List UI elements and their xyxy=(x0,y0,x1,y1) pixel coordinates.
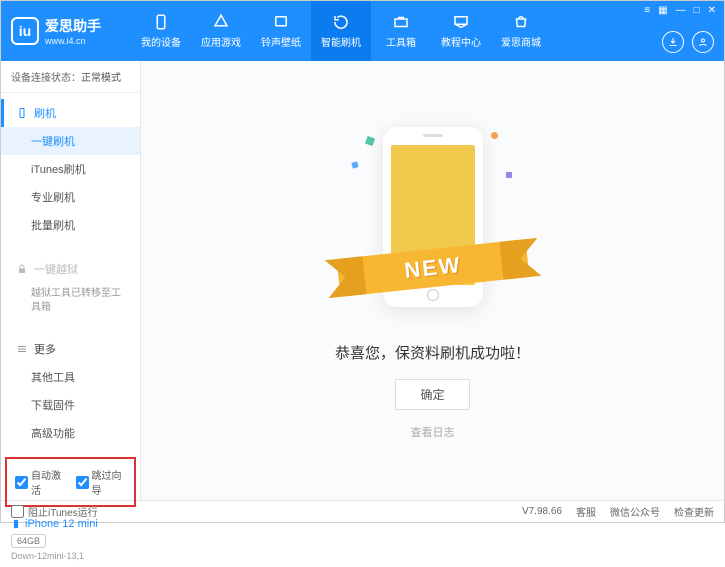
connection-status: 设备连接状态：正常模式 xyxy=(1,61,140,93)
phone-icon xyxy=(16,107,28,119)
version-label: V7.98.66 xyxy=(522,506,562,517)
checkbox-label: 自动激活 xyxy=(31,467,66,497)
check-update-link[interactable]: 检查更新 xyxy=(674,504,714,519)
checkbox-label: 跳过向导 xyxy=(92,467,127,497)
nav-label: 我的设备 xyxy=(141,34,181,49)
sidebar-section-label: 一键越狱 xyxy=(34,261,78,277)
checkbox-input[interactable] xyxy=(11,505,24,518)
connected-device[interactable]: iPhone 12 mini 64GB Down-12mini-13,1 xyxy=(1,511,140,567)
sidebar-section-label: 刷机 xyxy=(34,105,56,121)
book-icon xyxy=(452,13,470,31)
menu-button[interactable]: ≡ xyxy=(644,5,650,16)
sidebar-section-label: 更多 xyxy=(34,341,56,357)
sidebar-item-other-tools[interactable]: 其他工具 xyxy=(1,363,140,391)
app-logo: iu 爱思助手 www.i4.cn xyxy=(1,16,131,46)
minimize-button[interactable]: — xyxy=(676,5,686,16)
toolbox-icon xyxy=(392,13,410,31)
nav-my-device[interactable]: 我的设备 xyxy=(131,1,191,61)
sidebar-item-pro-flash[interactable]: 专业刷机 xyxy=(1,183,140,211)
download-button[interactable] xyxy=(662,31,684,53)
main-nav: 我的设备 应用游戏 铃声壁纸 智能刷机 工具箱 教程中心 爱思商城 xyxy=(131,1,551,61)
themes-button[interactable]: ▦ xyxy=(658,5,667,16)
sidebar-jailbreak-header[interactable]: 一键越狱 xyxy=(1,255,140,283)
phone-icon xyxy=(152,13,170,31)
sidebar-item-advanced[interactable]: 高级功能 xyxy=(1,419,140,447)
app-name: 爱思助手 xyxy=(45,16,101,36)
sidebar-item-batch-flash[interactable]: 批量刷机 xyxy=(1,211,140,239)
window-controls: ≡ ▦ — □ ✕ xyxy=(644,5,716,16)
block-itunes-checkbox[interactable]: 阻止iTunes运行 xyxy=(11,504,98,519)
flash-options-box: 自动激活 跳过向导 xyxy=(5,457,136,507)
sidebar-flash-header[interactable]: 刷机 xyxy=(1,99,140,127)
nav-toolbox[interactable]: 工具箱 xyxy=(371,1,431,61)
status-label: 设备连接状态： xyxy=(11,73,81,84)
account-button[interactable] xyxy=(692,31,714,53)
nav-tutorial[interactable]: 教程中心 xyxy=(431,1,491,61)
sidebar-item-download-firmware[interactable]: 下载固件 xyxy=(1,391,140,419)
nav-label: 应用游戏 xyxy=(201,34,241,49)
sidebar-item-itunes-flash[interactable]: iTunes刷机 xyxy=(1,155,140,183)
nav-label: 工具箱 xyxy=(386,34,416,49)
skip-wizard-checkbox[interactable]: 跳过向导 xyxy=(76,467,127,497)
nav-label: 教程中心 xyxy=(441,34,481,49)
nav-smart-flash[interactable]: 智能刷机 xyxy=(311,1,371,61)
confirm-button[interactable]: 确定 xyxy=(395,379,469,410)
app-header: iu 爱思助手 www.i4.cn 我的设备 应用游戏 铃声壁纸 智能刷机 工具… xyxy=(1,1,724,61)
app-url: www.i4.cn xyxy=(45,36,101,46)
checkbox-input[interactable] xyxy=(76,476,89,489)
nav-label: 爱思商城 xyxy=(501,34,541,49)
device-detail: Down-12mini-13,1 xyxy=(11,551,130,561)
shop-icon xyxy=(512,13,530,31)
close-button[interactable]: ✕ xyxy=(708,5,716,16)
lock-icon xyxy=(16,263,28,275)
refresh-icon xyxy=(332,13,350,31)
jailbreak-note: 越狱工具已转移至工具箱 xyxy=(1,283,140,319)
sidebar-item-oneclick-flash[interactable]: 一键刷机 xyxy=(1,127,140,155)
storage-badge: 64GB xyxy=(11,534,46,548)
wechat-link[interactable]: 微信公众号 xyxy=(610,504,660,519)
user-icon xyxy=(697,36,709,48)
nav-label: 铃声壁纸 xyxy=(261,34,301,49)
hamburger-icon xyxy=(16,343,28,355)
main-content: NEW 恭喜您，保资料刷机成功啦！ 确定 查看日志 xyxy=(141,61,724,500)
nav-ringtone-wallpaper[interactable]: 铃声壁纸 xyxy=(251,1,311,61)
success-message: 恭喜您，保资料刷机成功啦！ xyxy=(335,342,530,363)
checkbox-input[interactable] xyxy=(15,476,28,489)
nav-apps-games[interactable]: 应用游戏 xyxy=(191,1,251,61)
download-icon xyxy=(667,36,679,48)
auto-activate-checkbox[interactable]: 自动激活 xyxy=(15,467,66,497)
device-icon xyxy=(11,517,21,531)
sidebar: 设备连接状态：正常模式 刷机 一键刷机 iTunes刷机 专业刷机 批量刷机 一… xyxy=(1,61,141,500)
view-log-link[interactable]: 查看日志 xyxy=(411,424,455,440)
apps-icon xyxy=(212,13,230,31)
device-name-row: iPhone 12 mini xyxy=(11,517,130,531)
maximize-button[interactable]: □ xyxy=(694,5,700,16)
header-actions xyxy=(662,31,714,53)
nav-label: 智能刷机 xyxy=(321,34,361,49)
checkbox-label: 阻止iTunes运行 xyxy=(28,504,98,519)
status-value: 正常模式 xyxy=(81,73,121,84)
success-illustration: NEW xyxy=(358,122,508,322)
logo-icon: iu xyxy=(11,17,39,45)
nav-shop[interactable]: 爱思商城 xyxy=(491,1,551,61)
device-name: iPhone 12 mini xyxy=(25,518,98,530)
sidebar-more-header[interactable]: 更多 xyxy=(1,335,140,363)
ribbon-text: NEW xyxy=(403,252,463,284)
customer-service-link[interactable]: 客服 xyxy=(576,504,596,519)
music-icon xyxy=(272,13,290,31)
